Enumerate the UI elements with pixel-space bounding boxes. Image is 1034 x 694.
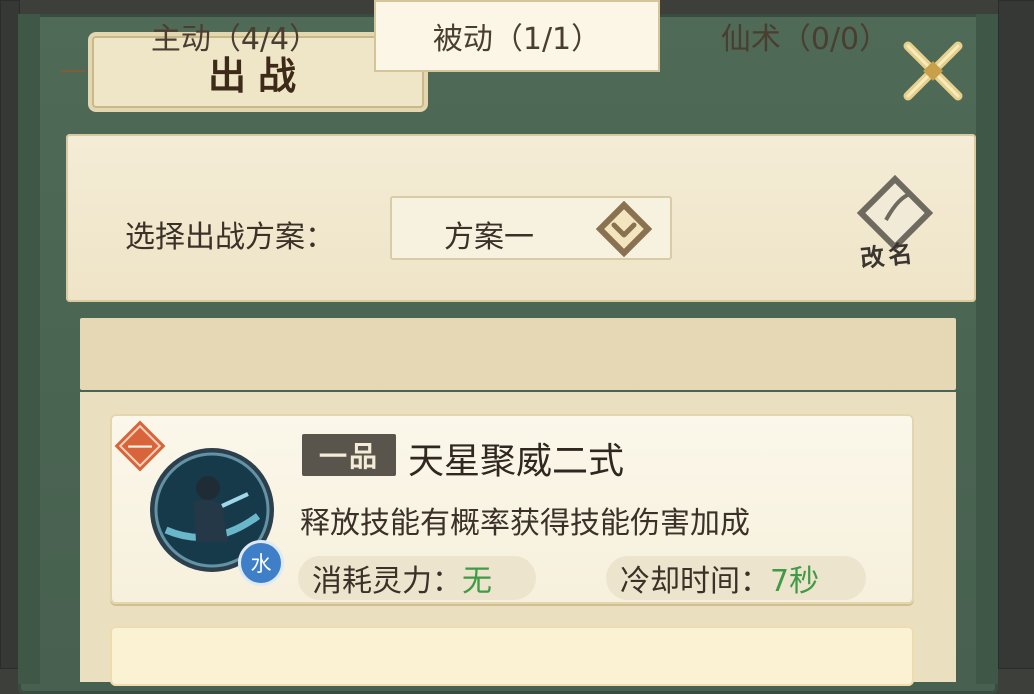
skill-name: 天星聚威二式: [408, 441, 625, 482]
rename-button[interactable]: 改名: [846, 174, 946, 274]
frame-edge-left: [18, 14, 40, 684]
tab-immortal-arts[interactable]: 仙术（0/0）: [660, 0, 950, 72]
grade-tag: 一品: [302, 434, 396, 476]
next-skill-card[interactable]: [110, 626, 914, 686]
cost-label: 消耗灵力：: [312, 564, 462, 599]
cost-value: 无: [462, 564, 492, 599]
background-tile: [0, 0, 20, 669]
element-badge: 水: [238, 540, 284, 586]
rename-label: 改名: [858, 238, 918, 273]
cooldown-stat: 冷却时间： 7秒: [606, 556, 866, 600]
tab-active-skills[interactable]: 主动（4/4）: [90, 0, 380, 72]
tab-label: 主动（4/4）: [150, 22, 320, 57]
background-tile: [998, 0, 1034, 669]
skill-description: 释放技能有概率获得技能伤害加成: [300, 506, 750, 541]
plan-dropdown[interactable]: 方案一: [390, 196, 672, 260]
skill-tab-bar: [80, 318, 956, 390]
plan-dropdown-value: 方案一: [444, 220, 534, 255]
title-ornament-left: [60, 70, 86, 72]
tab-passive-skills[interactable]: 被动（1/1）: [374, 0, 660, 72]
tab-label: 被动（1/1）: [432, 22, 602, 57]
plan-label: 选择出战方案：: [125, 220, 335, 255]
cooldown-label: 冷却时间：: [620, 564, 770, 599]
frame-edge-right: [976, 14, 998, 684]
cooldown-value: 7秒: [770, 564, 820, 599]
tab-label: 仙术（0/0）: [720, 22, 890, 57]
cost-stat: 消耗灵力： 无: [298, 556, 536, 600]
chevron-down-icon: [596, 201, 652, 257]
